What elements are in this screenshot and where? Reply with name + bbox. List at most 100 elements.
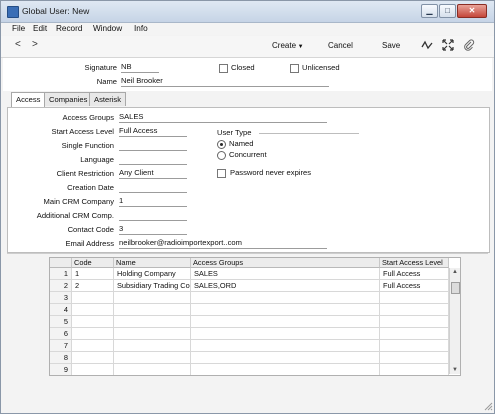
start-access-level-cell[interactable] [380, 340, 449, 352]
activity-icon[interactable] [421, 39, 433, 53]
scroll-thumb[interactable] [451, 282, 460, 294]
table-row[interactable]: 2 2 Subsidiary Trading Co SALES,ORD Full… [50, 280, 449, 292]
named-radio[interactable] [217, 140, 226, 149]
table-row[interactable]: 3 [50, 292, 449, 304]
maximize-button[interactable]: □ [439, 4, 456, 18]
tab-asterisk[interactable]: Asterisk [89, 92, 127, 106]
column-header-code[interactable]: Code [72, 258, 114, 268]
window-title: Global User: New [22, 6, 90, 16]
concurrent-radio[interactable] [217, 151, 226, 160]
access-groups-cell[interactable] [191, 352, 380, 364]
name-cell[interactable]: Holding Company [114, 268, 191, 280]
column-header-access-groups[interactable]: Access Groups [191, 258, 380, 268]
main-crm-company-field[interactable]: 1 [119, 196, 187, 207]
create-label: Create [272, 41, 297, 50]
table-row[interactable]: 5 [50, 316, 449, 328]
access-groups-cell[interactable] [191, 340, 380, 352]
scroll-up-icon[interactable]: ▲ [450, 269, 460, 275]
code-cell[interactable] [72, 304, 114, 316]
code-cell[interactable] [72, 352, 114, 364]
closed-checkbox[interactable] [219, 64, 228, 73]
language-field[interactable] [119, 154, 187, 165]
next-record-button[interactable]: > [32, 39, 38, 50]
access-groups-cell[interactable]: SALES,ORD [191, 280, 380, 292]
creation-date-field[interactable] [119, 182, 187, 193]
create-button[interactable]: Create ▼ [272, 41, 304, 50]
start-access-level-cell[interactable]: Full Access [380, 268, 449, 280]
table-row[interactable]: 9 [50, 364, 449, 375]
resize-grip-icon[interactable] [484, 402, 493, 411]
start-access-level-field[interactable]: Full Access [119, 126, 187, 137]
code-cell[interactable] [72, 328, 114, 340]
start-access-level-cell[interactable] [380, 352, 449, 364]
title-bar: Global User: New ▁ □ ✕ [1, 1, 494, 23]
close-button[interactable]: ✕ [457, 4, 487, 18]
code-cell[interactable] [72, 340, 114, 352]
menu-file[interactable]: File [12, 24, 25, 33]
code-cell[interactable] [72, 364, 114, 375]
additional-crm-field[interactable] [119, 210, 187, 221]
code-cell[interactable] [72, 292, 114, 304]
password-never-expires-checkbox[interactable] [217, 169, 226, 178]
unlicensed-checkbox[interactable] [290, 64, 299, 73]
name-cell[interactable] [114, 292, 191, 304]
start-access-level-cell[interactable] [380, 304, 449, 316]
minimize-button[interactable]: ▁ [421, 4, 438, 18]
column-header-name[interactable]: Name [114, 258, 191, 268]
code-cell[interactable]: 1 [72, 268, 114, 280]
close-icon: ✕ [468, 6, 476, 15]
client-restriction-field[interactable]: Any Client [119, 168, 187, 179]
code-cell[interactable]: 2 [72, 280, 114, 292]
access-groups-cell[interactable] [191, 316, 380, 328]
menu-info[interactable]: Info [134, 24, 148, 33]
menu-edit[interactable]: Edit [33, 24, 47, 33]
tab-companies[interactable]: Companies [44, 92, 93, 106]
email-field[interactable]: neilbrooker@radioimportexport..com [119, 238, 327, 249]
grid-scrollbar[interactable]: ▲ ▼ [449, 268, 460, 374]
start-access-level-cell[interactable] [380, 328, 449, 340]
table-row[interactable]: 1 1 Holding Company SALES Full Access [50, 268, 449, 280]
table-row[interactable]: 7 [50, 340, 449, 352]
menu-window[interactable]: Window [93, 24, 122, 33]
start-access-level-cell[interactable] [380, 316, 449, 328]
table-row[interactable]: 6 [50, 328, 449, 340]
cancel-button[interactable]: Cancel [328, 41, 353, 50]
name-cell[interactable] [114, 304, 191, 316]
contact-code-field[interactable]: 3 [119, 224, 187, 235]
name-cell[interactable] [114, 340, 191, 352]
start-access-level-cell[interactable] [380, 292, 449, 304]
column-header-start-access-level[interactable]: Start Access Level [380, 258, 449, 268]
start-access-level-cell[interactable] [380, 364, 449, 375]
single-function-field[interactable] [119, 140, 187, 151]
row-number-header [50, 258, 72, 268]
signature-label: Signature [84, 63, 117, 72]
name-cell[interactable]: Subsidiary Trading Co [114, 280, 191, 292]
access-groups-cell[interactable] [191, 328, 380, 340]
access-groups-cell[interactable]: SALES [191, 268, 380, 280]
access-groups-cell[interactable] [191, 292, 380, 304]
start-access-level-cell[interactable]: Full Access [380, 280, 449, 292]
access-groups-cell[interactable] [191, 364, 380, 375]
name-cell[interactable] [114, 364, 191, 375]
save-button[interactable]: Save [382, 41, 400, 50]
row-number: 3 [50, 292, 72, 304]
expand-icon[interactable] [442, 39, 454, 53]
name-cell[interactable] [114, 316, 191, 328]
scroll-down-icon[interactable]: ▼ [450, 367, 460, 373]
access-groups-cell[interactable] [191, 304, 380, 316]
previous-record-button[interactable]: < [15, 39, 21, 50]
tab-access[interactable]: Access [11, 92, 46, 108]
code-cell[interactable] [72, 316, 114, 328]
name-cell[interactable] [114, 352, 191, 364]
access-groups-field[interactable]: SALES [119, 112, 327, 123]
table-row[interactable]: 8 [50, 352, 449, 364]
attachment-icon[interactable] [463, 39, 475, 53]
row-number: 8 [50, 352, 72, 364]
table-row[interactable]: 4 [50, 304, 449, 316]
name-field[interactable]: Neil Brooker [121, 76, 329, 87]
menu-record[interactable]: Record [56, 24, 82, 33]
name-cell[interactable] [114, 328, 191, 340]
signature-field[interactable]: NB [121, 62, 159, 73]
row-number: 1 [50, 268, 72, 280]
row-number: 6 [50, 328, 72, 340]
